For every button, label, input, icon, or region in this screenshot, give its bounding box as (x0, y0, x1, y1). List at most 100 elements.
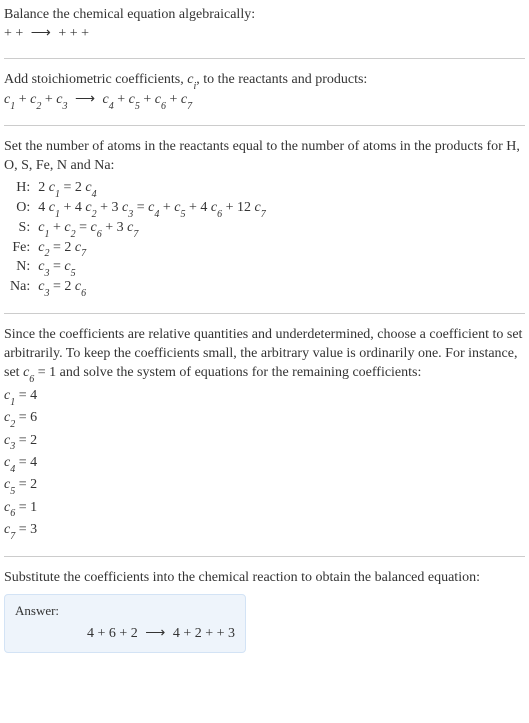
arrow-icon: ⟶ (141, 626, 169, 641)
n: 5 (135, 101, 140, 112)
equation: c1 + c2 = c6 + 3 c7 (34, 220, 269, 240)
coeff-line: c4 = 4 (4, 453, 525, 475)
step-substitute: Substitute the coefficients into the che… (4, 569, 525, 653)
coeff-line: c1 = 4 (4, 386, 525, 408)
k: 2 (64, 279, 75, 294)
txt: Add stoichiometric coefficients, (4, 72, 187, 87)
element-label: S: (6, 220, 34, 240)
table-row: Na: c3 = 2 c6 (6, 279, 270, 299)
k: 2 (38, 180, 49, 195)
coeff-line: c2 = 6 (4, 408, 525, 430)
step-solve-coefficients: Since the coefficients are relative quan… (4, 326, 525, 542)
divider (4, 313, 525, 314)
plus: + (45, 92, 56, 107)
blank-lhs: + + (4, 26, 23, 41)
c: c (103, 92, 109, 107)
equation: 4 c1 + 4 c2 + 3 c3 = c4 + c5 + 4 c6 + 12… (34, 200, 269, 220)
plus: + (105, 220, 116, 235)
plus: + (189, 200, 200, 215)
n: 6 (161, 101, 166, 112)
add-coeff-text: Add stoichiometric coefficients, ci, to … (4, 71, 525, 91)
c: c (85, 200, 91, 215)
c: c (129, 92, 135, 107)
plus: + (100, 200, 111, 215)
ci-i: i (193, 81, 196, 92)
n: 5 (71, 268, 76, 279)
c: c (85, 180, 91, 195)
n: 1 (10, 101, 15, 112)
element-label: Na: (6, 279, 34, 299)
k: 12 (237, 200, 255, 215)
k: 4 (200, 200, 211, 215)
c: c (64, 259, 70, 274)
arrow-icon: ⟶ (71, 92, 99, 107)
table-row: H: 2 c1 = 2 c4 (6, 180, 270, 200)
n: 6 (97, 229, 102, 240)
txt2: = 1 and solve the system of equations fo… (34, 365, 421, 380)
val: = 2 (15, 477, 37, 492)
table-row: N: c3 = c5 (6, 259, 270, 279)
n: 5 (180, 209, 185, 220)
c: c (49, 200, 55, 215)
table-row: O: 4 c1 + 4 c2 + 3 c3 = c4 + c5 + 4 c6 +… (6, 200, 270, 220)
generic-reaction: c1 + c2 + c3 ⟶ c4 + c5 + c6 + c7 (4, 91, 525, 111)
coefficient-list: c1 = 4 c2 = 6 c3 = 2 c4 = 4 c5 = 2 c6 = … (4, 386, 525, 542)
plus: + (19, 92, 30, 107)
n: 2 (92, 209, 97, 220)
c: c (90, 220, 96, 235)
coeff-line: c3 = 2 (4, 431, 525, 453)
solve-intro: Since the coefficients are relative quan… (4, 326, 525, 384)
n: 7 (10, 531, 15, 542)
step-balance-intro: Balance the chemical equation algebraica… (4, 6, 525, 44)
blank-reaction: + + ⟶ + + + (4, 25, 525, 44)
element-label: Fe: (6, 240, 34, 260)
divider (4, 125, 525, 126)
n: 3 (44, 268, 49, 279)
n: 3 (128, 209, 133, 220)
table-row: Fe: c2 = 2 c7 (6, 240, 270, 260)
equation: c3 = c5 (34, 259, 269, 279)
k: 4 (75, 200, 86, 215)
n: 5 (10, 486, 15, 497)
plus: + (143, 92, 154, 107)
element-label: N: (6, 259, 34, 279)
equation: c2 = 2 c7 (34, 240, 269, 260)
n: 7 (261, 209, 266, 220)
k: 2 (75, 180, 86, 195)
eq: = (137, 200, 148, 215)
divider (4, 58, 525, 59)
c: c (64, 220, 70, 235)
n: 1 (44, 229, 49, 240)
divider (4, 556, 525, 557)
n: 2 (44, 248, 49, 259)
answer-box: Answer: 4 + 6 + 2 ⟶ 4 + 2 + + 3 (4, 594, 246, 653)
c: c (254, 200, 260, 215)
n: 6 (10, 508, 15, 519)
answer-label: Answer: (15, 603, 235, 619)
n: 6 (217, 209, 222, 220)
txt2: , to the reactants and products: (196, 72, 367, 87)
substitute-text: Substitute the coefficients into the che… (4, 569, 525, 588)
n: 1 (10, 397, 15, 408)
n: 1 (55, 189, 60, 200)
balance-intro-text: Balance the chemical equation algebraica… (4, 6, 525, 25)
atom-balance-table: H: 2 c1 = 2 c4 O: 4 c1 + 4 c2 + 3 c3 = c… (6, 180, 270, 299)
plus: + (63, 200, 74, 215)
answer-equation: 4 + 6 + 2 ⟶ 4 + 2 + + 3 (15, 625, 235, 642)
plus: + (163, 200, 174, 215)
element-label: O: (6, 200, 34, 220)
val: = 2 (15, 433, 37, 448)
val: = 1 (15, 500, 37, 515)
atom-balance-intro: Set the number of atoms in the reactants… (4, 138, 525, 176)
val: = 6 (15, 410, 37, 425)
step-atom-balance: Set the number of atoms in the reactants… (4, 138, 525, 299)
element-label: H: (6, 180, 34, 200)
n: 7 (187, 101, 192, 112)
plus: + (53, 220, 64, 235)
val: = 3 (15, 522, 37, 537)
answer-lhs: 4 + 6 + 2 (87, 626, 141, 641)
n: 3 (44, 288, 49, 299)
n: 6 (81, 288, 86, 299)
eq: = (53, 240, 64, 255)
coeff-line: c5 = 2 (4, 475, 525, 497)
